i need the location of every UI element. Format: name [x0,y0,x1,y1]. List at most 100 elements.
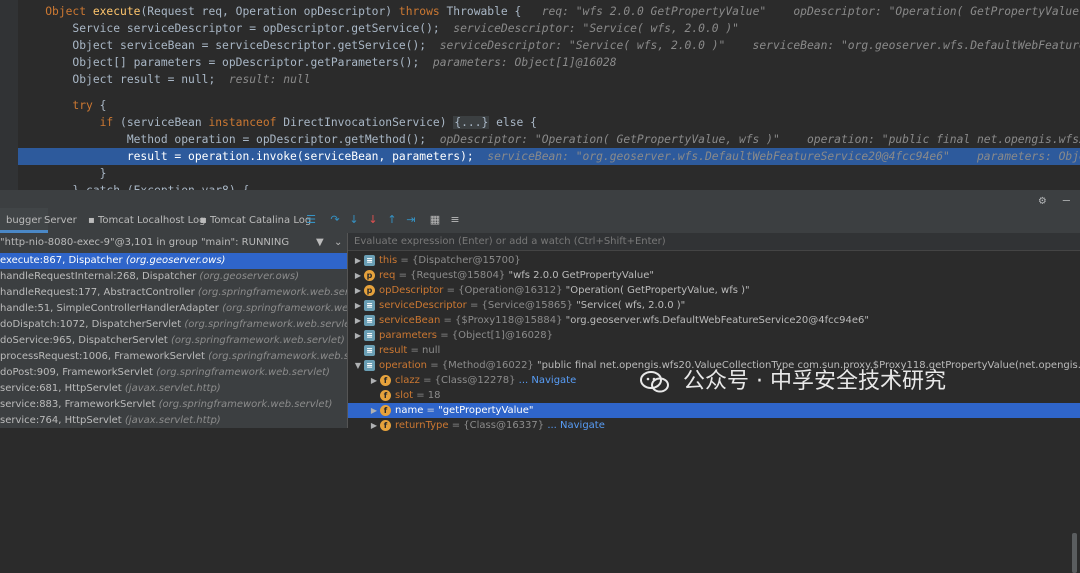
variable-name: name [395,405,424,416]
stack-frame[interactable]: handleRequestInternal:268, Dispatcher (o… [0,269,347,285]
editor-gutter[interactable] [0,0,18,190]
evaluate-placeholder: Evaluate expression (Enter) or add a wat… [354,236,666,247]
wechat-logo-icon [640,371,669,393]
code-line[interactable]: Object serviceBean = serviceDescriptor.g… [18,37,1080,54]
watermark: 公众号 · 中孚安全技术研究 [640,367,946,397]
threads-icon[interactable]: ☰ [304,213,318,227]
navigate-link[interactable]: ... Navigate [519,375,577,386]
variable-value: "wfs 2.0.0 GetPropertyValue" [508,270,654,281]
tab-server[interactable]: Server [38,208,83,233]
variable-name: parameters [379,330,438,341]
variable-row[interactable]: ▶ f name = "getPropertyValue" [348,403,1080,418]
variable-row[interactable]: ≡ result = null [348,343,1080,358]
tab-tomcat-catalina-log[interactable]: ▪ Tomcat Catalina Log [194,208,317,233]
frame-method: processRequest:1006, FrameworkServlet [0,351,209,362]
expand-arrow-icon[interactable]: ▶ [368,373,380,388]
variable-value: "org.geoserver.wfs.DefaultWebFeatureServ… [565,315,869,326]
stack-frame[interactable]: service:883, FrameworkServlet (org.sprin… [0,397,347,413]
code-kw2: throws [398,5,440,18]
stack-frame[interactable]: service:764, HttpServlet (javax.servlet.… [0,413,347,429]
watermark-text: 公众号 · 中孚安全技术研究 [683,369,946,394]
collapse-arrow-icon[interactable]: ▼ [352,358,364,373]
stack-frame[interactable]: processRequest:1006, FrameworkServlet (o… [0,349,347,365]
expand-arrow-icon[interactable]: ▶ [352,298,364,313]
code-kw1: if [99,116,114,129]
frame-method: handle:51, SimpleControllerHandlerAdapte… [0,303,223,314]
stack-frame[interactable]: handleRequest:177, AbstractController (o… [0,285,347,301]
variable-row[interactable]: ▶ ≡ serviceDescriptor = {Service@15865} "S… [348,298,1080,313]
variable-value: "getPropertyValue" [438,405,534,416]
code-line[interactable]: try { [18,97,1080,114]
code-line[interactable]: Method operation = opDescriptor.getMetho… [18,131,1080,148]
step-out-icon[interactable]: ↑ [385,213,399,227]
variable-type: = null [407,345,441,356]
code-code: (Request req, Operation opDescriptor) [140,5,399,18]
step-over-icon[interactable]: ↷ [328,213,342,227]
code-line[interactable]: } [18,165,1080,182]
stack-frame[interactable]: service:681, HttpServlet (javax.servlet.… [0,381,347,397]
variable-icon: ≡ [364,329,375,341]
variable-row[interactable]: ▶ ≡ parameters = {Object[1]@16028} [348,328,1080,343]
field-icon: f [380,389,391,401]
tab-debugger-label: bugger [6,215,42,226]
variable-row[interactable]: ▶ p req = {Request@15804} "wfs 2.0.0 GetPr… [348,268,1080,283]
variable-value: "Operation( GetPropertyValue, wfs )" [565,285,750,296]
code-line[interactable]: } catch (Exception var8) { [18,182,1080,190]
evaluate-expression-input[interactable]: Evaluate expression (Enter) or add a wat… [348,233,1080,251]
code-line[interactable]: Object execute(Request req, Operation op… [18,3,1080,20]
code-code: result = operation.invoke(serviceBean, p… [126,150,474,163]
chevron-down-icon[interactable]: ⌄ [334,233,342,253]
variable-type: = {Method@16022} [427,360,537,371]
frame-package: (org.springframework.web.servlet) [158,399,333,410]
expand-arrow-icon[interactable]: ▶ [352,268,364,283]
variable-type: = {$Proxy118@15884} [440,315,566,326]
expand-arrow-icon[interactable]: ▶ [368,403,380,418]
code-line[interactable]: result = operation.invoke(serviceBean, p… [18,148,1080,165]
filter-icon[interactable]: ▼ [316,233,324,253]
variable-type: = {Service@15865} [466,300,577,311]
evaluate-icon[interactable]: ▦ [428,213,442,227]
gear-icon[interactable]: ⚙ [1039,193,1046,207]
stack-frame[interactable]: doPost:909, FrameworkServlet (org.spring… [0,365,347,381]
tab-tomcat-localhost-log[interactable]: ▪ Tomcat Localhost Log [82,208,212,233]
stack-frame[interactable]: doDispatch:1072, DispatcherServlet (org.… [0,317,347,333]
expand-arrow-icon[interactable]: ▶ [368,418,380,433]
frame-package: (org.springframework.web.servlet) [184,319,347,330]
variable-row[interactable]: ▶ p opDescriptor = {Operation@16312} "Oper… [348,283,1080,298]
code-hint: serviceDescriptor: "Service( wfs, 2.0.0 … [439,39,1080,52]
expand-arrow-icon[interactable]: ▶ [352,253,364,268]
code-line[interactable]: if (serviceBean instanceof DirectInvocat… [18,114,1080,131]
stack-frame[interactable]: execute:867, Dispatcher (org.geoserver.o… [0,253,347,269]
code-code: Object serviceBean = serviceDescriptor.g… [72,39,427,52]
expand-arrow-icon[interactable]: ▶ [352,328,364,343]
code-line[interactable]: Object result = null; result: null [18,71,1080,88]
frame-method: service:681, HttpServlet [0,383,125,394]
stack-frame[interactable]: doService:965, DispatcherServlet (org.sp… [0,333,347,349]
stack-frame[interactable]: handle:51, SimpleControllerHandlerAdapte… [0,301,347,317]
force-step-into-icon[interactable]: ↓ [366,213,380,227]
code-pre [18,99,72,112]
variable-row[interactable]: ▶ ≡ serviceBean = {$Proxy118@15884} "org.g… [348,313,1080,328]
settings-list-icon[interactable]: ≡ [448,213,462,227]
navigate-link[interactable]: ... Navigate [547,420,605,431]
expand-arrow-icon[interactable]: ▶ [352,313,364,328]
code-hint: opDescriptor: "Operation( GetPropertyVal… [439,133,1080,146]
run-to-cursor-icon[interactable]: ⇥ [404,213,418,227]
variable-row[interactable]: ▶ f returnType = {Class@16337} ... Navigat… [348,418,1080,433]
code-code2: DirectInvocationService) [276,116,454,129]
scrollbar[interactable] [1072,533,1077,573]
frame-package: (org.springframework.web.servlet) [208,351,347,362]
minimize-icon[interactable]: — [1063,193,1070,207]
thread-selector[interactable]: "http-nio-8080-exec-9"@3,101 in group "m… [0,233,347,253]
variable-icon: ≡ [364,254,375,266]
code-line[interactable]: Object[] parameters = opDescriptor.getPa… [18,54,1080,71]
code-editor[interactable]: Object execute(Request req, Operation op… [0,0,1080,190]
variable-name: this [379,255,398,266]
code-pre [18,167,100,180]
code-line[interactable]: Service serviceDescriptor = opDescriptor… [18,20,1080,37]
variable-row[interactable]: ▶ ≡ this = {Dispatcher@15700} [348,253,1080,268]
variable-name: opDescriptor [379,285,444,296]
expand-arrow-icon[interactable]: ▶ [352,283,364,298]
step-into-icon[interactable]: ↓ [347,213,361,227]
field-icon: f [380,374,391,386]
